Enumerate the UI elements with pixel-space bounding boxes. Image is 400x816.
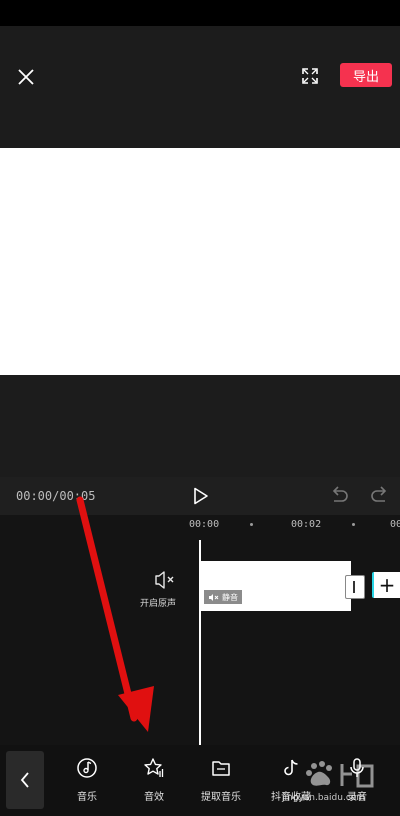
chevron-left-icon <box>20 772 29 788</box>
undo-icon <box>332 486 348 502</box>
preview-background <box>0 100 400 148</box>
fullscreen-icon <box>302 68 318 84</box>
back-button[interactable] <box>6 751 44 809</box>
close-button[interactable] <box>12 63 40 91</box>
clip-mute-tag-label: 静音 <box>222 592 238 602</box>
tool-music[interactable]: 音乐 <box>57 757 117 807</box>
plus-icon: + <box>378 573 396 597</box>
redo-button[interactable] <box>369 485 391 507</box>
tool-label: 音效 <box>144 792 164 803</box>
timeline-tick-dot <box>352 523 355 526</box>
play-icon <box>194 487 208 505</box>
add-clip-button[interactable]: + <box>372 572 400 598</box>
star-sound-icon <box>144 758 164 777</box>
tool-label: 提取音乐 <box>201 792 241 803</box>
speaker-muted-icon <box>155 571 174 589</box>
folder-icon <box>212 761 230 776</box>
play-button[interactable] <box>189 484 213 508</box>
video-preview[interactable] <box>0 148 400 375</box>
original-sound-label: 开启原声 <box>140 599 177 609</box>
tool-sound-effects[interactable]: 音效 <box>124 757 184 807</box>
clip-mute-tag: 静音 <box>204 590 242 604</box>
music-note-icon <box>77 758 97 778</box>
playhead[interactable] <box>199 540 201 745</box>
clip-trim-handle[interactable] <box>345 575 365 599</box>
speaker-muted-icon <box>209 593 219 601</box>
header-strip <box>0 26 400 48</box>
timeline-tick-dot <box>250 523 253 526</box>
redo-icon <box>371 486 387 502</box>
status-bar <box>0 0 400 26</box>
export-button[interactable]: 导出 <box>340 63 392 87</box>
tool-label: 音乐 <box>77 792 97 803</box>
timeline-tick-label: 00 <box>390 519 400 530</box>
timeline-tick-label: 00:02 <box>291 519 322 530</box>
close-icon <box>18 69 34 85</box>
undo-button[interactable] <box>328 485 350 507</box>
tool-extract-music[interactable]: 提取音乐 <box>191 757 251 807</box>
preview-background-lower <box>0 375 400 477</box>
fullscreen-button[interactable] <box>296 62 324 90</box>
time-readout: 00:00/00:05 <box>16 489 96 503</box>
timeline-tick-label: 00:00 <box>189 519 220 530</box>
watermark-text: jingyan.baidu.com <box>282 793 366 803</box>
